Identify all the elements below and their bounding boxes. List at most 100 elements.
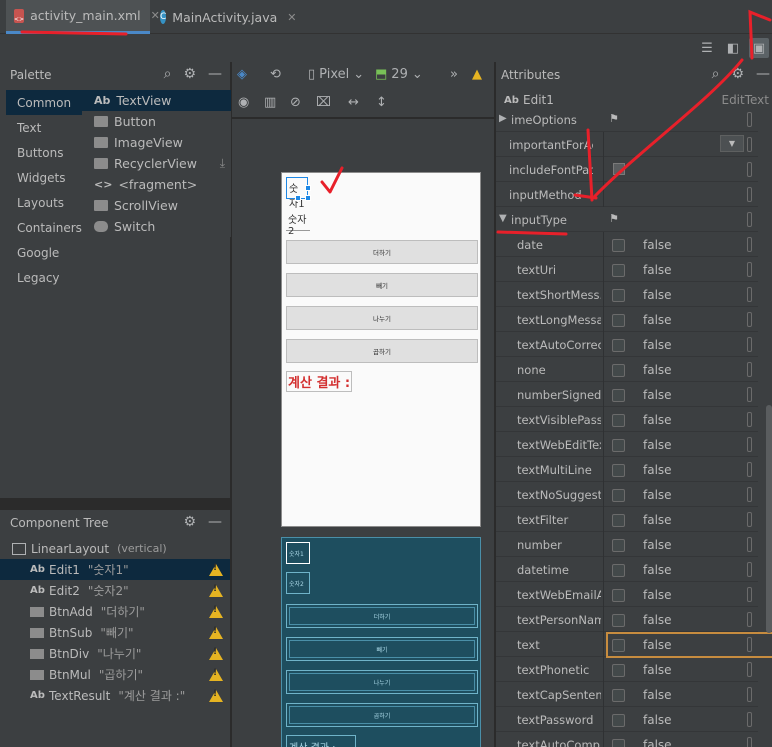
resource-picker[interactable]	[747, 287, 752, 302]
close-icon[interactable]: ✕	[287, 11, 296, 24]
resource-picker[interactable]	[747, 737, 752, 747]
attr-value[interactable]: false	[612, 738, 672, 747]
attr-row-textwebedittext[interactable]: textWebEditText false	[496, 432, 758, 457]
attr-row-includefontpadding[interactable]: includeFontPadd...	[496, 157, 758, 182]
attr-row-number[interactable]: number false	[496, 532, 758, 557]
checkbox[interactable]	[612, 513, 625, 527]
palette-category-widgets[interactable]: Widgets	[6, 165, 82, 190]
phone-preview[interactable]: 숫자1 숫자2 더하기 빼기 나누기 곱하기 계산 결과 :	[281, 172, 481, 527]
checkbox[interactable]	[612, 563, 625, 577]
checkbox[interactable]	[612, 238, 625, 252]
tab-mainactivity-java[interactable]: C MainActivity.java ✕	[152, 0, 300, 34]
resource-picker[interactable]	[747, 262, 752, 277]
resource-picker[interactable]	[747, 612, 752, 627]
search-icon[interactable]: ⌕	[712, 66, 720, 82]
gear-icon[interactable]: ⚙	[731, 66, 744, 82]
horizontal-arrows-icon[interactable]: ↔	[348, 95, 359, 110]
blueprint-btn-sub[interactable]: 빼기	[286, 637, 478, 661]
attr-row-text[interactable]: text false	[496, 632, 772, 658]
resize-handle[interactable]	[305, 185, 311, 191]
attr-row-importantforaccessibility[interactable]: importantForAcc... ▼	[496, 132, 758, 157]
tree-node-btnsub[interactable]: BtnSub "빼기" !	[0, 622, 230, 643]
attr-value[interactable]: false	[612, 338, 672, 352]
design-canvas[interactable]: 숫자1 숫자2 더하기 빼기 나누기 곱하기 계산 결과 : 숫자1 숫자2 더…	[232, 119, 494, 747]
attr-value[interactable]: false	[612, 713, 672, 727]
minimize-icon[interactable]: —	[208, 514, 222, 530]
checkbox[interactable]	[612, 538, 625, 552]
attr-row-textphonetic[interactable]: textPhonetic false	[496, 657, 758, 682]
attr-value[interactable]: false	[612, 313, 672, 327]
resource-picker[interactable]	[747, 112, 752, 127]
checkbox[interactable]	[612, 438, 625, 452]
blueprint-btn-div[interactable]: 나누기	[286, 670, 478, 694]
resource-picker[interactable]	[747, 362, 752, 377]
checkbox[interactable]	[612, 613, 625, 627]
checkbox[interactable]	[612, 738, 625, 747]
minimize-icon[interactable]: —	[756, 66, 770, 82]
checkbox[interactable]	[612, 588, 625, 602]
palette-category-legacy[interactable]: Legacy	[6, 265, 82, 290]
attr-value[interactable]: false	[612, 513, 672, 527]
attr-row-textlongmessa[interactable]: textLongMessa... false	[496, 307, 758, 332]
attr-row-numbersigned[interactable]: numberSigned false	[496, 382, 758, 407]
attr-value[interactable]: false	[612, 363, 672, 377]
resize-handle[interactable]	[305, 195, 311, 201]
attr-value[interactable]: false	[612, 438, 672, 452]
dropdown-chevron-icon[interactable]: ▼	[720, 135, 744, 152]
tree-node-edit1[interactable]: Ab Edit1 "숫자1" !	[0, 559, 230, 580]
resource-picker[interactable]	[747, 562, 752, 577]
attr-row-textmultiline[interactable]: textMultiLine false	[496, 457, 758, 482]
checkbox[interactable]	[612, 488, 625, 502]
collapse-icon[interactable]: ▼	[499, 213, 507, 224]
attr-row-textautocompl[interactable]: textAutoCompl... false	[496, 732, 758, 747]
vertical-arrows-icon[interactable]: ↕	[376, 95, 387, 110]
attr-value[interactable]: false	[612, 663, 672, 677]
design-view-icon[interactable]: ▣	[749, 38, 769, 58]
attr-row-textwebemaila[interactable]: textWebEmailA... false	[496, 582, 758, 607]
orientation-icon[interactable]: ⟲	[270, 67, 281, 82]
warning-icon[interactable]: ▲	[472, 67, 482, 82]
checkbox[interactable]	[612, 338, 625, 352]
resource-picker[interactable]	[747, 162, 752, 177]
palette-item-scrollview[interactable]: ScrollView	[82, 195, 231, 216]
attr-value[interactable]: false	[612, 288, 672, 302]
attr-row-inputtype[interactable]: ▼ inputType ⚑	[496, 207, 758, 232]
attr-row-inputmethod[interactable]: inputMethod	[496, 182, 758, 207]
checkbox[interactable]	[612, 713, 625, 727]
overflow-icon[interactable]: »	[450, 67, 458, 82]
resource-picker[interactable]	[747, 137, 752, 152]
checkbox[interactable]	[612, 263, 625, 277]
attr-value[interactable]: false	[612, 413, 672, 427]
attr-row-texturi[interactable]: textUri false	[496, 257, 758, 282]
resource-picker[interactable]	[747, 187, 752, 202]
expand-icon[interactable]: ▶	[499, 113, 507, 124]
device-selector[interactable]: ▯ Pixel ⌄	[308, 67, 364, 82]
code-view-icon[interactable]: ☰	[697, 38, 717, 58]
checkbox[interactable]	[612, 288, 625, 302]
checkbox[interactable]	[612, 388, 625, 402]
tree-node-edit2[interactable]: Ab Edit2 "숫자2" !	[0, 580, 230, 601]
resource-picker[interactable]	[747, 637, 752, 652]
minimize-icon[interactable]: —	[208, 66, 222, 82]
attr-row-date[interactable]: date false	[496, 232, 758, 257]
blueprint-preview[interactable]: 숫자1 숫자2 더하기 빼기 나누기 곱하기 계산 결과 :	[281, 537, 481, 747]
resource-picker[interactable]	[747, 337, 752, 352]
blueprint-edit2[interactable]: 숫자2	[286, 572, 310, 594]
layers-icon[interactable]: ◈	[237, 67, 247, 82]
resource-picker[interactable]	[747, 462, 752, 477]
resource-picker[interactable]	[747, 687, 752, 702]
search-icon[interactable]: ⌕	[164, 66, 172, 82]
gear-icon[interactable]: ⚙	[183, 514, 196, 530]
attr-value[interactable]: false	[612, 688, 672, 702]
palette-item-fragment[interactable]: <> <fragment>	[82, 174, 231, 195]
attr-row-textvisiblepass[interactable]: textVisiblePass... false	[496, 407, 758, 432]
palette-category-buttons[interactable]: Buttons	[6, 140, 82, 165]
palette-item-switch[interactable]: Switch	[82, 216, 231, 237]
checkbox[interactable]	[612, 463, 625, 477]
resource-picker[interactable]	[747, 312, 752, 327]
tree-node-textresult[interactable]: Ab TextResult "계산 결과 :" !	[0, 685, 230, 706]
attr-value[interactable]: false	[612, 588, 672, 602]
tree-node-btnadd[interactable]: BtnAdd "더하기" !	[0, 601, 230, 622]
attr-row-textautocorrect[interactable]: textAutoCorrect false	[496, 332, 758, 357]
resource-picker[interactable]	[747, 387, 752, 402]
